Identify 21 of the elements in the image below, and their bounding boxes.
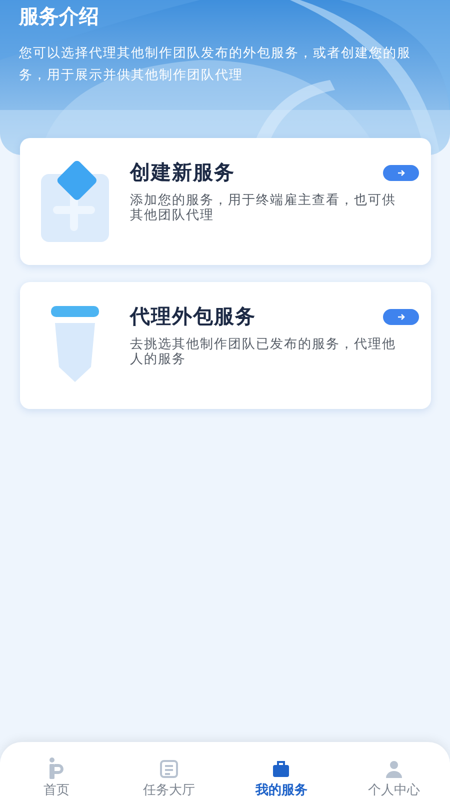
service-card[interactable]: 代理外包服务 去挑选其他制作团队已发布的服务，代理他人的服务 [20, 282, 431, 409]
tab-item[interactable]: 我的服务 [225, 742, 338, 800]
logo-icon [47, 757, 66, 779]
service-card[interactable]: 创建新服务 添加您的服务，用于终端雇主查看，也可供其他团队代理 [20, 138, 431, 265]
card-description: 去挑选其他制作团队已发布的服务，代理他人的服务 [130, 336, 397, 366]
arrow-right-icon [397, 169, 405, 177]
description: 您可以选择代理其他制作团队发布的外包服务，或者创建您的服务，用于展示并供其他制作团队代理 [19, 44, 412, 84]
tab-item[interactable]: 任务大厅 [112, 742, 225, 800]
arrow-button[interactable] [383, 309, 419, 325]
tab-item[interactable]: 首页 [0, 742, 112, 800]
card-title: 创建新服务 [130, 160, 235, 186]
page-title: 服务介绍 [19, 5, 100, 30]
list-icon [158, 759, 179, 779]
card-description: 添加您的服务，用于终端雇主查看，也可供其他团队代理 [130, 192, 397, 222]
briefcase-icon [271, 759, 292, 779]
plus-square-icon [39, 160, 111, 244]
person-icon [384, 759, 404, 779]
tab-item[interactable]: 个人中心 [338, 742, 450, 800]
arrow-right-icon [397, 313, 405, 321]
arrow-button[interactable] [383, 165, 419, 181]
card-title: 代理外包服务 [130, 305, 256, 330]
